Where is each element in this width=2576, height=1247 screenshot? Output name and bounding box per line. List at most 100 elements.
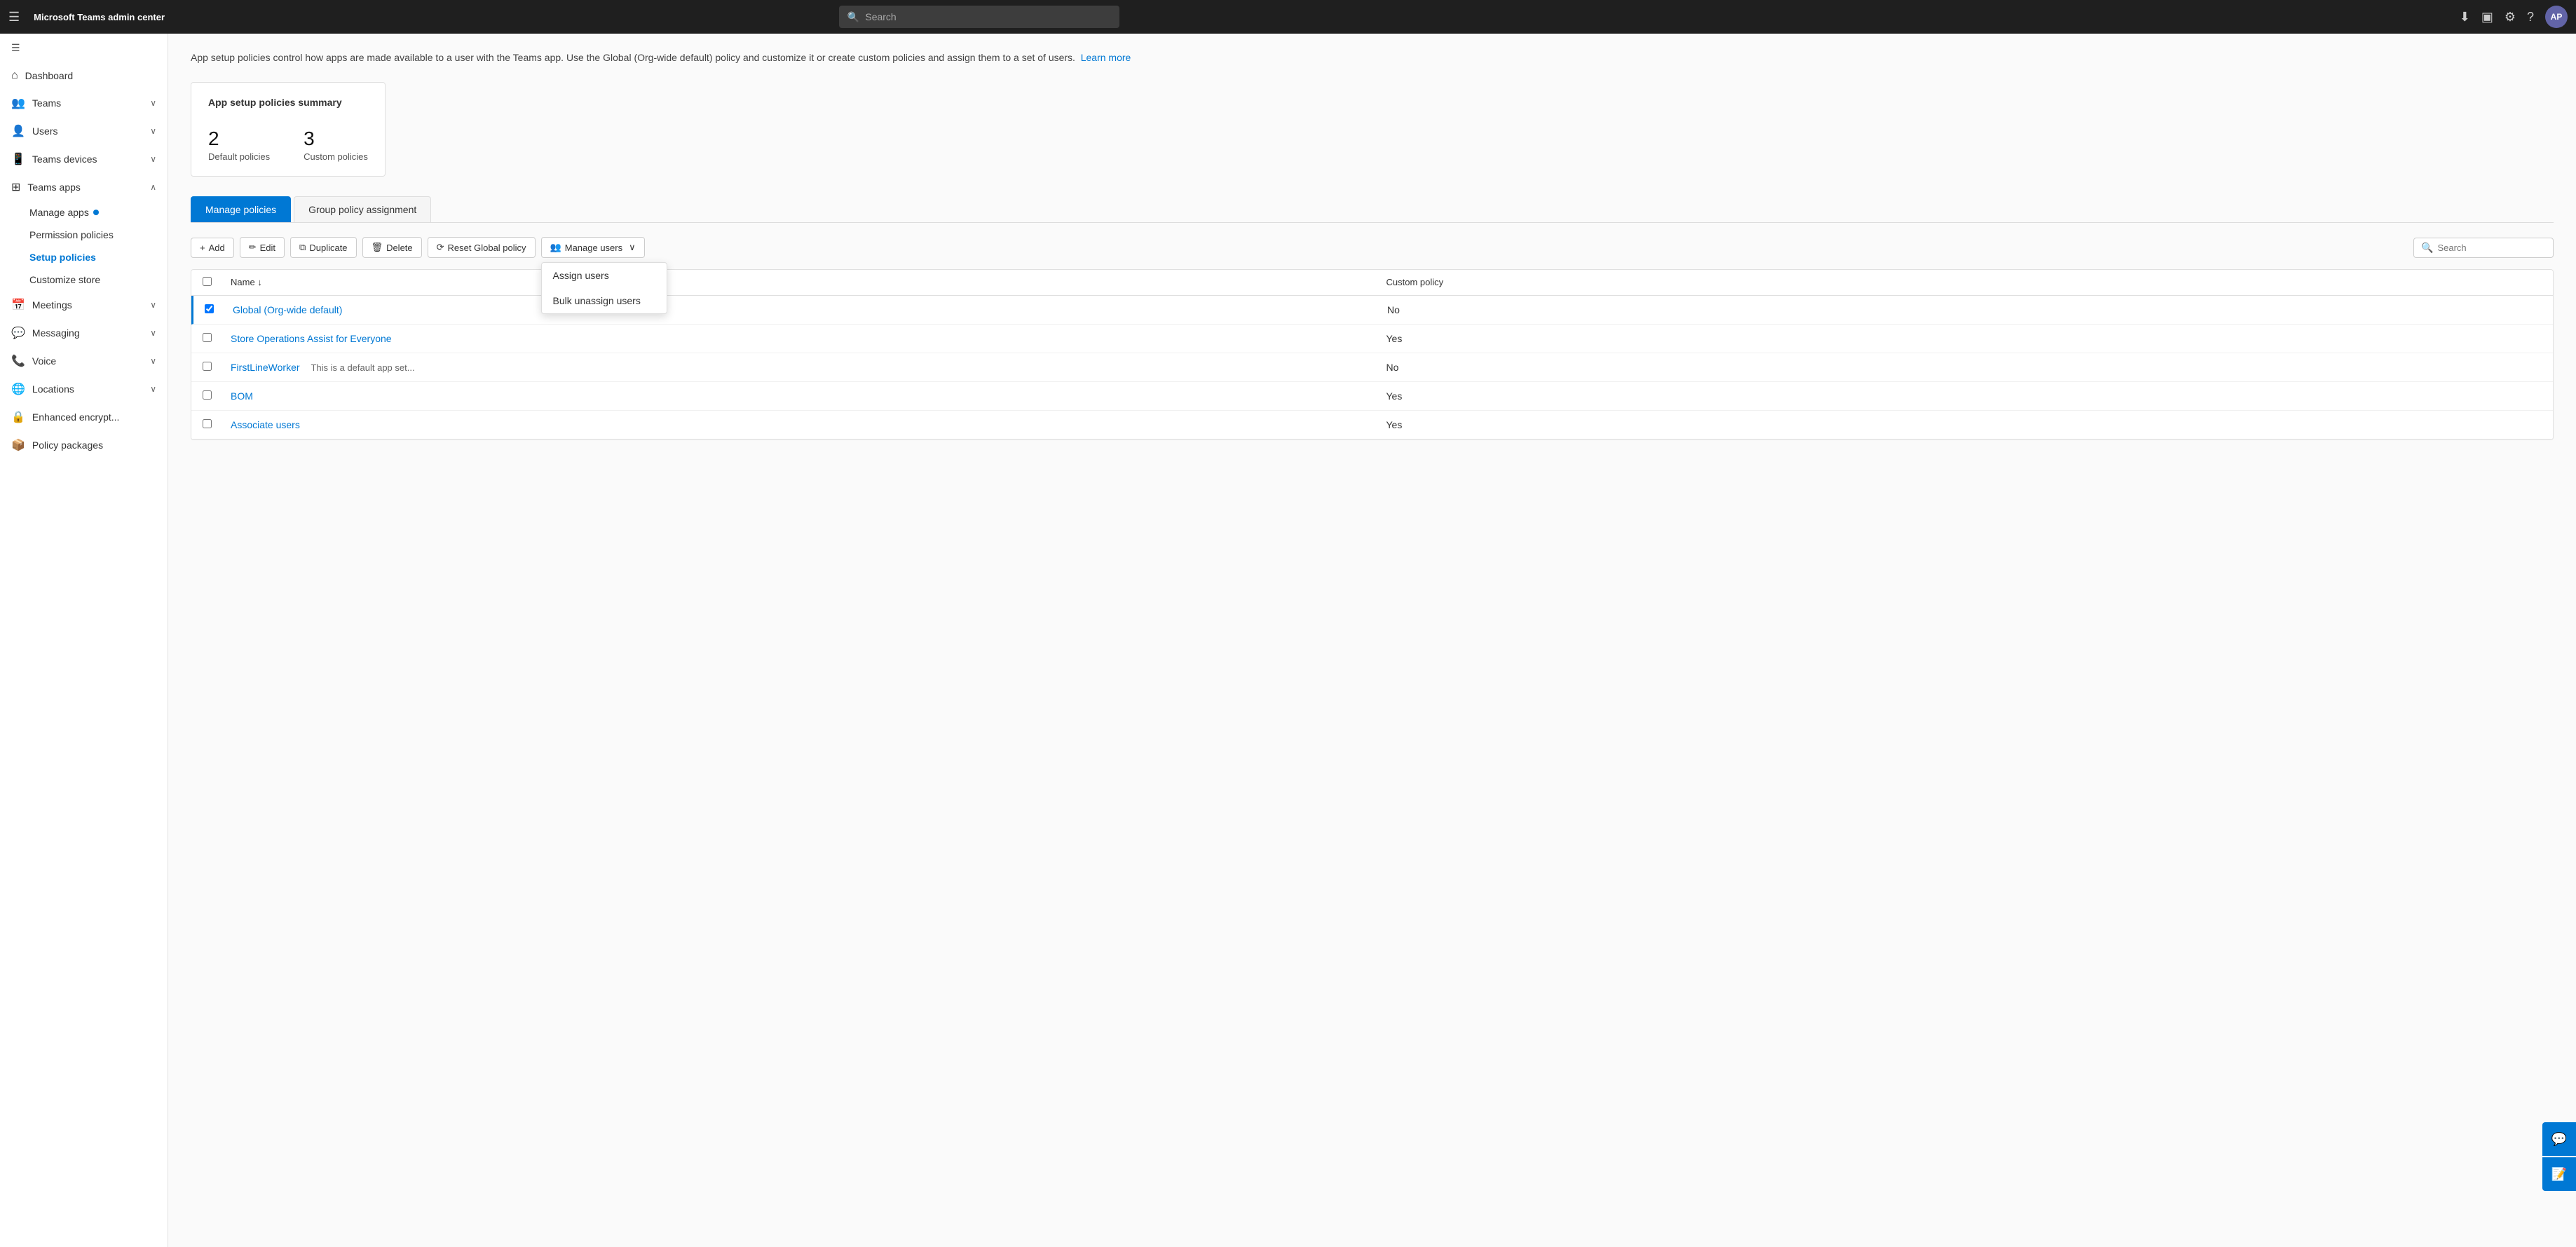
sidebar-item-label: Enhanced encrypt...: [32, 411, 120, 423]
manage-users-button[interactable]: 👥 Manage users ∨: [541, 237, 645, 258]
sidebar-item-label: Locations: [32, 383, 74, 395]
sidebar-item-locations[interactable]: 🌐 Locations ∨: [0, 375, 168, 403]
add-button[interactable]: + Add: [191, 238, 234, 258]
sidebar-sub-manage-apps[interactable]: Manage apps: [0, 201, 168, 224]
delete-button[interactable]: 🗑 Delete: [362, 237, 422, 258]
reset-global-policy-button[interactable]: ⟳ Reset Global policy: [428, 237, 536, 258]
row-custom-policy: No: [1387, 304, 2542, 315]
hamburger-icon[interactable]: ☰: [8, 10, 20, 25]
users-icon: 👤: [11, 124, 25, 138]
table-search[interactable]: 🔍: [2413, 238, 2554, 258]
help-icon[interactable]: ?: [2527, 10, 2534, 25]
sidebar-item-teams[interactable]: 👥 Teams ∨: [0, 89, 168, 117]
summary-stats: 2 Default policies 3 Custom policies: [208, 128, 368, 162]
row-custom-policy: Yes: [1386, 333, 2542, 344]
edit-icon: ✏: [249, 242, 257, 253]
sidebar-item-messaging[interactable]: 💬 Messaging ∨: [0, 319, 168, 347]
sidebar-item-meetings[interactable]: 📅 Meetings ∨: [0, 291, 168, 319]
policy-link[interactable]: Associate users: [231, 419, 300, 430]
table-row[interactable]: BOM Yes: [191, 382, 2553, 411]
sidebar-item-label: Teams apps: [27, 182, 80, 193]
row-checkbox[interactable]: [205, 304, 233, 315]
summary-card-inner: App setup policies summary 2 Default pol…: [208, 97, 368, 162]
policy-packages-icon: 📦: [11, 438, 25, 452]
row-name: Store Operations Assist for Everyone: [231, 333, 1386, 344]
assign-users-item[interactable]: Assign users: [542, 263, 667, 288]
learn-more-link[interactable]: Learn more: [1081, 52, 1131, 63]
duplicate-button[interactable]: ⧉ Duplicate: [290, 237, 357, 258]
global-search[interactable]: 🔍: [839, 6, 1119, 28]
enhanced-encrypt-icon: 🔒: [11, 410, 25, 424]
sidebar-item-enhanced-encrypt[interactable]: 🔒 Enhanced encrypt...: [0, 403, 168, 431]
policy-link[interactable]: Store Operations Assist for Everyone: [231, 333, 392, 344]
row-checkbox[interactable]: [203, 362, 231, 373]
stat-custom-policies: 3 Custom policies: [304, 128, 368, 162]
customize-store-label: Customize store: [29, 274, 100, 285]
row-name: BOM: [231, 390, 1386, 402]
monitor-icon[interactable]: ▣: [2481, 10, 2493, 25]
policy-link[interactable]: BOM: [231, 390, 253, 402]
sidebar-item-label: Teams devices: [32, 154, 97, 165]
teams-icon: 👥: [11, 96, 25, 110]
reset-icon: ⟳: [437, 242, 444, 253]
row-checkbox[interactable]: [203, 333, 231, 344]
sidebar-item-users[interactable]: 👤 Users ∨: [0, 117, 168, 145]
avatar[interactable]: AP: [2545, 6, 2568, 28]
download-icon[interactable]: ⬇: [2460, 10, 2470, 25]
row-name: Global (Org-wide default): [233, 304, 1387, 315]
table-row[interactable]: Store Operations Assist for Everyone Yes: [191, 325, 2553, 353]
sidebar-item-dashboard[interactable]: ⌂ Dashboard: [0, 62, 168, 89]
setup-policies-label: Setup policies: [29, 252, 96, 263]
edit-button[interactable]: ✏ Edit: [240, 237, 285, 258]
page-description: App setup policies control how apps are …: [191, 50, 2554, 65]
permission-policies-label: Permission policies: [29, 229, 114, 240]
manage-apps-label: Manage apps: [29, 207, 89, 218]
sidebar-item-voice[interactable]: 📞 Voice ∨: [0, 347, 168, 375]
stat-number-default: 2: [208, 128, 270, 150]
policy-link[interactable]: Global (Org-wide default): [233, 304, 342, 315]
stat-number-custom: 3: [304, 128, 368, 150]
chevron-down-icon: ∨: [150, 126, 156, 136]
bulk-unassign-item[interactable]: Bulk unassign users: [542, 288, 667, 313]
sidebar-sub-setup-policies[interactable]: Setup policies: [0, 246, 168, 268]
add-icon: +: [200, 243, 205, 253]
toolbar: + Add ✏ Edit ⧉ Duplicate 🗑 Delete ⟳ Rese…: [191, 237, 2554, 258]
header-checkbox[interactable]: [203, 277, 231, 288]
stat-label-default: Default policies: [208, 151, 270, 162]
sidebar-collapse[interactable]: ☰: [0, 34, 168, 62]
search-icon: 🔍: [847, 11, 859, 23]
chevron-down-icon: ∨: [150, 98, 156, 108]
manage-users-icon: 👥: [550, 242, 561, 253]
topbar: ☰ Microsoft Teams admin center 🔍 ⬇ ▣ ⚙ ?…: [0, 0, 2576, 34]
table-row[interactable]: Associate users Yes: [191, 411, 2553, 439]
sidebar-item-label: Users: [32, 125, 58, 137]
row-custom-policy: No: [1386, 362, 2542, 373]
row-checkbox[interactable]: [203, 390, 231, 402]
summary-card-title: App setup policies summary: [208, 97, 368, 108]
row-name: FirstLineWorker This is a default app se…: [231, 362, 1386, 373]
sidebar-item-teams-apps[interactable]: ⊞ Teams apps ∧: [0, 173, 168, 201]
floating-feedback-button[interactable]: 📝: [2542, 1157, 2576, 1191]
dashboard-icon: ⌂: [11, 69, 18, 82]
tab-group-policy[interactable]: Group policy assignment: [294, 196, 431, 222]
sidebar-sub-permission-policies[interactable]: Permission policies: [0, 224, 168, 246]
header-name: Name ↓: [231, 277, 1386, 288]
sort-icon[interactable]: ↓: [257, 277, 262, 287]
select-all-checkbox[interactable]: [203, 277, 212, 286]
duplicate-icon: ⧉: [299, 242, 306, 253]
sidebar-sub-customize-store[interactable]: Customize store: [0, 268, 168, 291]
sidebar-item-policy-packages[interactable]: 📦 Policy packages: [0, 431, 168, 459]
locations-icon: 🌐: [11, 382, 25, 396]
policy-link[interactable]: FirstLineWorker: [231, 362, 300, 373]
main-content: App setup policies control how apps are …: [168, 34, 2576, 1247]
sidebar-item-label: Voice: [32, 355, 56, 367]
row-checkbox[interactable]: [203, 419, 231, 430]
tab-manage-policies[interactable]: Manage policies: [191, 196, 291, 222]
settings-icon[interactable]: ⚙: [2505, 10, 2516, 25]
search-input[interactable]: [865, 11, 1111, 22]
sidebar-item-teams-devices[interactable]: 📱 Teams devices ∨: [0, 145, 168, 173]
floating-chat-button[interactable]: 💬: [2542, 1122, 2576, 1156]
table-search-input[interactable]: [2437, 243, 2542, 253]
chevron-down-icon: ∧: [150, 182, 156, 192]
table-row[interactable]: FirstLineWorker This is a default app se…: [191, 353, 2553, 382]
